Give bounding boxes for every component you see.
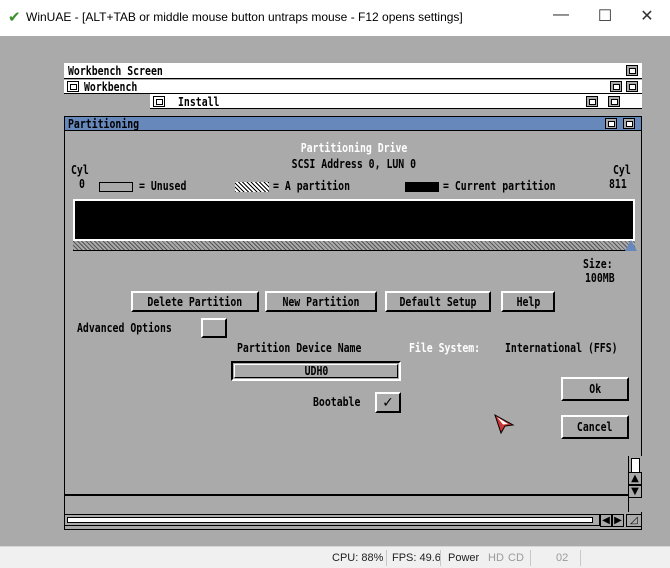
mouse-pointer-icon <box>494 413 515 435</box>
host-statusbar: CPU: 88% FPS: 49.6 Power HD CD 02 <box>0 546 670 568</box>
scroll-left-icon[interactable]: ◀ <box>600 514 612 527</box>
scroll-down-icon[interactable]: ▼ <box>628 485 642 498</box>
zoom-gadget-icon[interactable] <box>586 96 598 107</box>
depth-gadget-icon[interactable] <box>626 81 638 92</box>
scsi-address: SCSI Address 0, LUN 0 <box>291 157 417 171</box>
status-separator <box>580 550 581 566</box>
advanced-options-checkbox[interactable] <box>201 318 227 338</box>
scroll-up-icon[interactable]: ▲ <box>628 472 642 485</box>
scroll-right-icon[interactable]: ▶ <box>612 514 624 527</box>
hd-led: HD <box>488 552 504 564</box>
power-led: Power <box>448 552 480 564</box>
install-window-bar[interactable]: Install <box>150 94 642 109</box>
maximize-icon[interactable]: ☐ <box>590 6 620 26</box>
close-icon[interactable]: ✕ <box>632 6 662 26</box>
size-value: 100MB <box>585 271 615 285</box>
install-window-title: Install <box>178 95 220 109</box>
bootable-check-icon: ✓ <box>382 394 394 411</box>
legend-current: = Current partition <box>443 179 556 193</box>
horizontal-scroll-knob[interactable] <box>67 517 593 523</box>
host-titlebar: ✔ WinUAE - [ALT+TAB or middle mouse butt… <box>0 0 670 36</box>
zoom-gadget-icon[interactable] <box>610 81 622 92</box>
minimize-icon[interactable]: — <box>546 6 576 24</box>
unused-swatch <box>99 182 133 192</box>
drive-indicator: 02 <box>556 552 569 564</box>
screen-title: Workbench Screen <box>68 64 163 78</box>
zoom-gadget-icon[interactable] <box>605 118 617 129</box>
workbench-window-title: Workbench <box>84 80 138 94</box>
fps-readout: FPS: 49.6 <box>392 552 441 564</box>
cyl-left-value: 0 <box>79 177 85 191</box>
new-partition-button[interactable]: New Partition <box>265 291 377 312</box>
partition-map[interactable] <box>73 199 635 241</box>
file-system-label: File System: <box>409 341 481 355</box>
device-name-label: Partition Device Name <box>237 341 362 355</box>
cyl-left-label: Cyl <box>71 163 89 177</box>
cancel-button[interactable]: Cancel <box>561 415 629 439</box>
new-partition-label: New Partition <box>282 294 360 309</box>
device-name-value: UDH0 <box>304 364 328 378</box>
winuae-check-icon: ✔ <box>8 9 21 26</box>
bootable-label: Bootable <box>313 395 361 409</box>
size-gadget-icon[interactable]: ◿ <box>626 514 642 527</box>
close-gadget-icon[interactable] <box>153 96 165 107</box>
depth-gadget-icon[interactable] <box>608 96 620 107</box>
legend-unused: = Unused <box>139 179 187 193</box>
partition-swatch <box>235 182 269 192</box>
partitioning-window-title: Partitioning <box>68 117 140 131</box>
delete-partition-button[interactable]: Delete Partition <box>131 291 259 312</box>
status-separator <box>440 550 441 566</box>
horizontal-scrollbar[interactable] <box>64 514 600 526</box>
ok-button[interactable]: Ok <box>561 377 629 401</box>
cyl-right-label: Cyl <box>613 163 631 177</box>
partition-range-bar[interactable] <box>73 241 635 251</box>
amiga-screen[interactable]: Workbench Screen Workbench Install Parti… <box>0 36 670 546</box>
partition-end-marker-icon[interactable] <box>625 240 637 251</box>
cpu-usage: CPU: 88% <box>332 552 384 564</box>
workbench-window-bar[interactable]: Workbench <box>64 80 642 94</box>
help-button[interactable]: Help <box>501 291 555 312</box>
current-partition-swatch <box>405 182 439 192</box>
help-label: Help <box>516 294 540 309</box>
legend-partition: = A partition <box>273 179 351 193</box>
advanced-options-label: Advanced Options <box>77 321 172 335</box>
ok-label: Ok <box>589 382 601 396</box>
cancel-label: Cancel <box>577 420 613 434</box>
depth-gadget-icon[interactable] <box>626 65 638 76</box>
device-name-field[interactable]: UDH0 <box>231 361 401 381</box>
default-setup-label: Default Setup <box>399 294 477 309</box>
size-label: Size: <box>583 257 613 271</box>
bootable-checkbox[interactable]: ✓ <box>375 392 401 413</box>
workbench-screen-bar[interactable]: Workbench Screen <box>64 63 642 79</box>
status-separator <box>386 550 387 566</box>
window-divider <box>64 494 642 496</box>
status-separator <box>530 550 531 566</box>
cd-led: CD <box>508 552 524 564</box>
partitioning-titlebar[interactable]: Partitioning <box>65 117 641 131</box>
host-window-title: WinUAE - [ALT+TAB or middle mouse button… <box>26 10 463 24</box>
file-system-value: International (FFS) <box>505 341 618 355</box>
address-wrap: SCSI Address 0, LUN 0 <box>65 153 643 172</box>
partitioning-window: Partitioning Partitioning Drive SCSI Add… <box>64 116 642 530</box>
close-gadget-icon[interactable] <box>67 81 79 92</box>
default-setup-button[interactable]: Default Setup <box>385 291 491 312</box>
delete-partition-label: Delete Partition <box>147 294 243 309</box>
depth-gadget-icon[interactable] <box>623 118 635 129</box>
cyl-right-value: 811 <box>609 177 627 191</box>
